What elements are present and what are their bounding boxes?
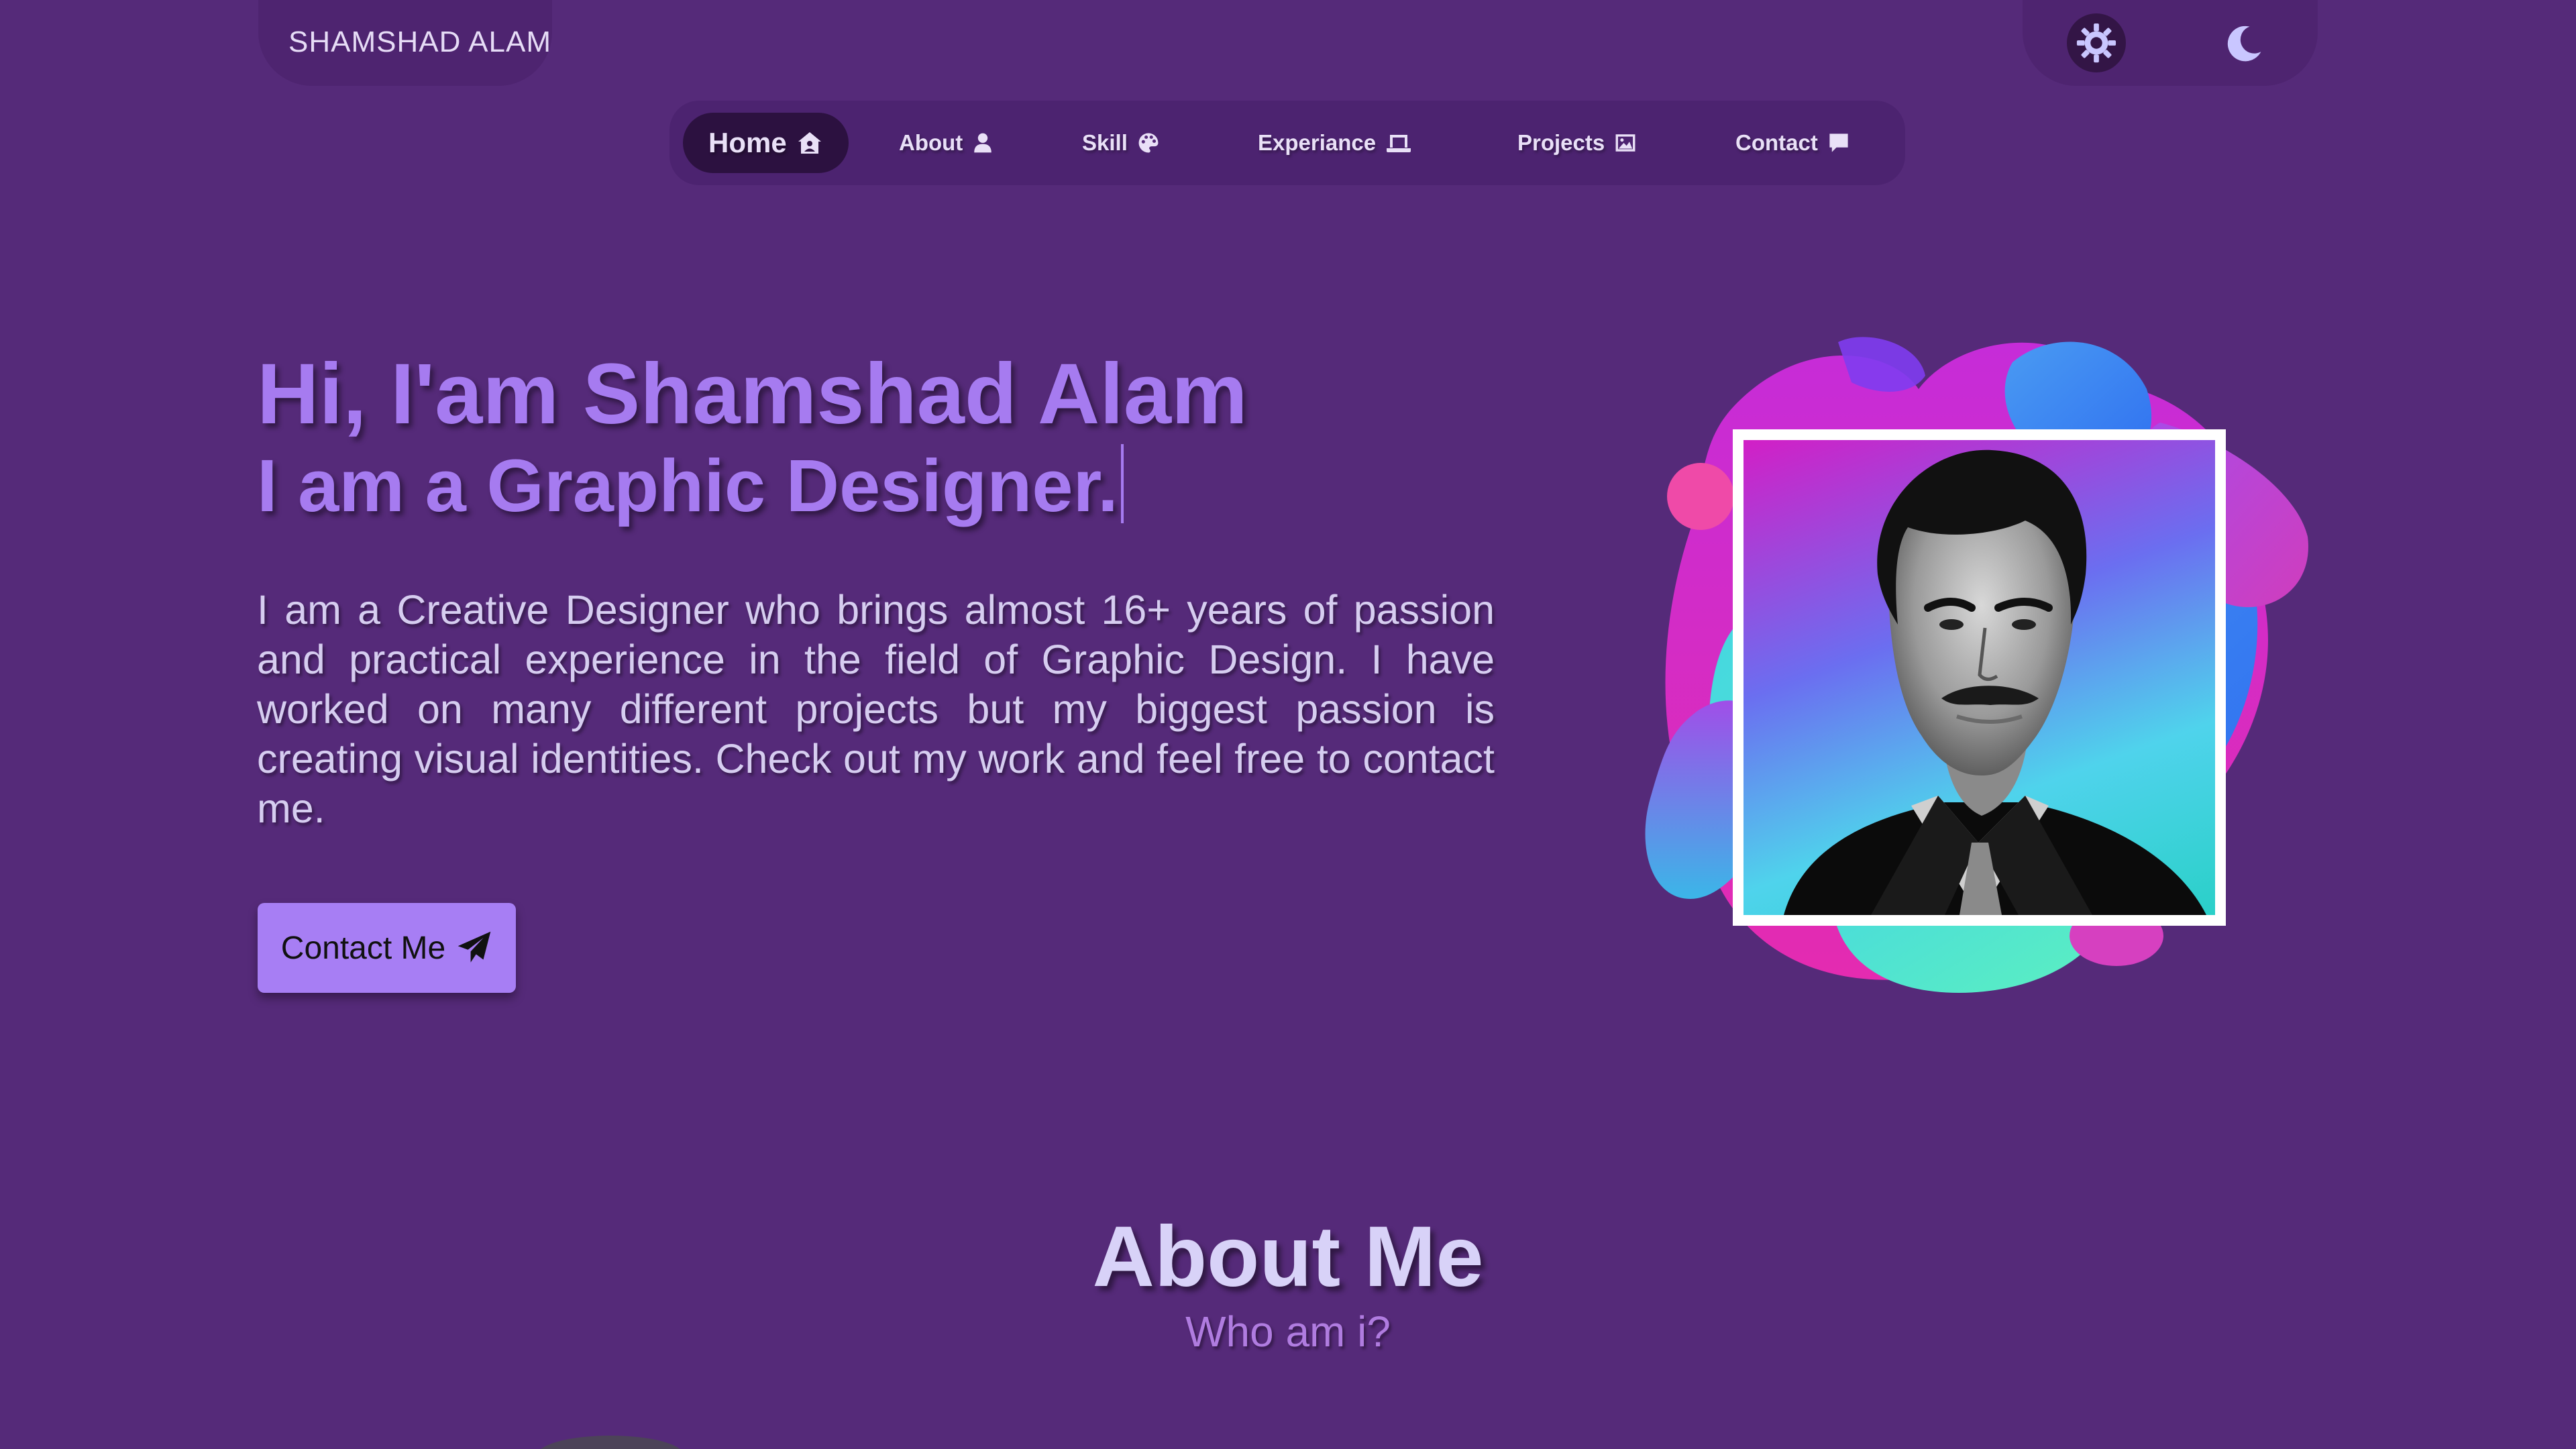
nav-skill-label: Skill [1082,130,1128,155]
comment-icon [1829,133,1848,152]
nav-contact[interactable]: Contact [1735,113,1850,173]
image-icon [1615,134,1635,152]
profile-photo [1733,429,2226,926]
light-theme-button[interactable] [2067,13,2126,72]
nav-experiance-label: Experiance [1258,130,1377,155]
nav-contact-label: Contact [1735,130,1818,155]
contact-me-label: Contact Me [280,930,446,966]
hero-description: I am a Creative Designer who brings almo… [257,587,1495,831]
house-user-icon [798,132,821,154]
brand-logo-text[interactable]: SHAMSHAD ALAM [288,25,551,59]
contact-me-button[interactable]: Contact Me [258,903,516,993]
laptop-icon [1387,135,1411,152]
nav-about-label: About [899,130,963,155]
about-section-title: About Me [1092,1209,1484,1305]
page: SHAMSHAD ALAM Home About Skill Experianc… [0,0,2576,1449]
typing-caret [1120,444,1124,523]
nav-experiance[interactable]: Experiance [1258,113,1412,173]
hero-subtitle: I am a Graphic Designer. [257,444,1124,527]
hero-title: Hi, I'am Shamshad Alam [257,346,1248,442]
paper-plane-icon [458,931,491,963]
nav-home[interactable]: Home [683,113,849,173]
user-icon [974,133,992,153]
typed-role-text: I am a Graphic Designer. [257,445,1118,527]
gear-sun-icon [2076,23,2116,63]
nav-about[interactable]: About [899,113,994,173]
palette-icon [1138,133,1159,153]
person-portrait [1784,449,2206,915]
nav-skill[interactable]: Skill [1082,113,1160,173]
dark-theme-button[interactable] [2215,13,2274,72]
nav-projects-label: Projects [1517,130,1605,155]
about-section-subtitle: Who am i? [1185,1307,1391,1356]
nav-home-label: Home [708,127,787,158]
moon-icon [2227,25,2261,62]
nav-projects[interactable]: Projects [1517,113,1637,173]
about-image-peek [537,1436,684,1449]
